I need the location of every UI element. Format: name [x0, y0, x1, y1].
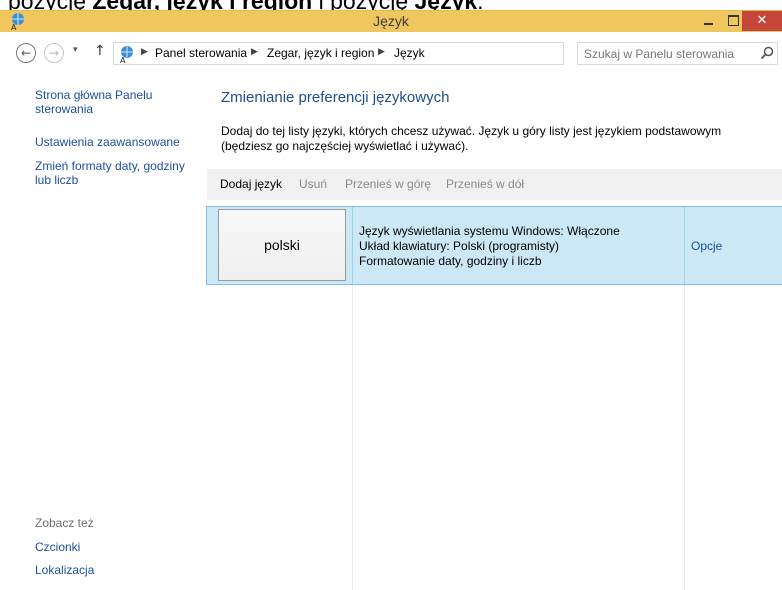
- close-button[interactable]: ✕: [742, 11, 782, 31]
- maximize-button[interactable]: [724, 13, 740, 27]
- back-button[interactable]: ←: [16, 43, 36, 63]
- breadcrumb-separator-icon[interactable]: ▶: [251, 47, 258, 57]
- minimize-button[interactable]: [700, 15, 718, 29]
- remove-button[interactable]: Usuń: [299, 177, 327, 191]
- row-divider: [684, 207, 685, 284]
- page-title: Zmienianie preferencji językowych: [221, 89, 450, 106]
- see-also-label: Zobacz też: [35, 516, 94, 530]
- forward-button[interactable]: →: [44, 43, 64, 63]
- window-titlebar: A Język ✕: [0, 10, 782, 32]
- breadcrumb-jezyk[interactable]: Język: [394, 46, 425, 60]
- control-panel-icon: A: [120, 46, 133, 64]
- breadcrumb-zegar-jezyk-region[interactable]: Zegar, język i region: [267, 46, 374, 60]
- keyboard-layout: Układ klawiatury: Polski (programisty): [359, 239, 560, 253]
- language-list-item[interactable]: polski Język wyświetlania systemu Window…: [206, 206, 782, 285]
- breadcrumb-separator-icon: ▶: [141, 47, 148, 57]
- address-bar[interactable]: A ▶ Panel sterowania ▶ Zegar, język i re…: [113, 42, 665, 65]
- search-box[interactable]: [577, 42, 778, 65]
- sidebar-link-fonts[interactable]: Czcionki: [35, 540, 195, 554]
- up-button[interactable]: ↑: [94, 43, 106, 59]
- language-options-link[interactable]: Opcje: [691, 239, 722, 253]
- sidebar-link-advanced-settings[interactable]: Ustawienia zaawansowane: [35, 135, 195, 149]
- sidebar-link-location[interactable]: Lokalizacja: [35, 563, 195, 577]
- language-tile-polski[interactable]: polski: [218, 209, 346, 281]
- row-divider: [352, 207, 353, 284]
- language-toolbar: Dodaj język Usuń Przenieś w górę Przenie…: [207, 169, 782, 200]
- sidebar-link-home[interactable]: Strona główna Panelu sterowania: [35, 88, 165, 116]
- page-description: Dodaj do tej listy języki, których chces…: [221, 124, 722, 153]
- move-up-button[interactable]: Przenieś w górę: [345, 177, 431, 191]
- formatting-info: Formatowanie daty, godziny i liczb: [359, 254, 542, 268]
- search-icon[interactable]: [759, 45, 775, 61]
- language-details: Język wyświetlania systemu Windows: Włąc…: [359, 224, 620, 269]
- sidebar-link-change-formats[interactable]: Zmień formaty daty, godziny lub liczb: [35, 159, 200, 187]
- search-input[interactable]: [584, 45, 754, 62]
- recent-locations-dropdown[interactable]: ▾: [73, 45, 78, 55]
- svg-text:A: A: [120, 56, 126, 64]
- breadcrumb-separator-icon[interactable]: ▶: [378, 47, 385, 57]
- display-language-status: Język wyświetlania systemu Windows: Włąc…: [359, 224, 620, 238]
- window-title: Język: [373, 13, 409, 29]
- move-down-button[interactable]: Przenieś w dół: [446, 177, 524, 191]
- breadcrumb-panel-sterowania[interactable]: Panel sterowania: [155, 46, 247, 60]
- navigation-bar: ← → ▾ ↑ A ▶ Panel sterowania ▶ Zegar, ję…: [0, 32, 782, 72]
- add-language-button[interactable]: Dodaj język: [220, 177, 282, 191]
